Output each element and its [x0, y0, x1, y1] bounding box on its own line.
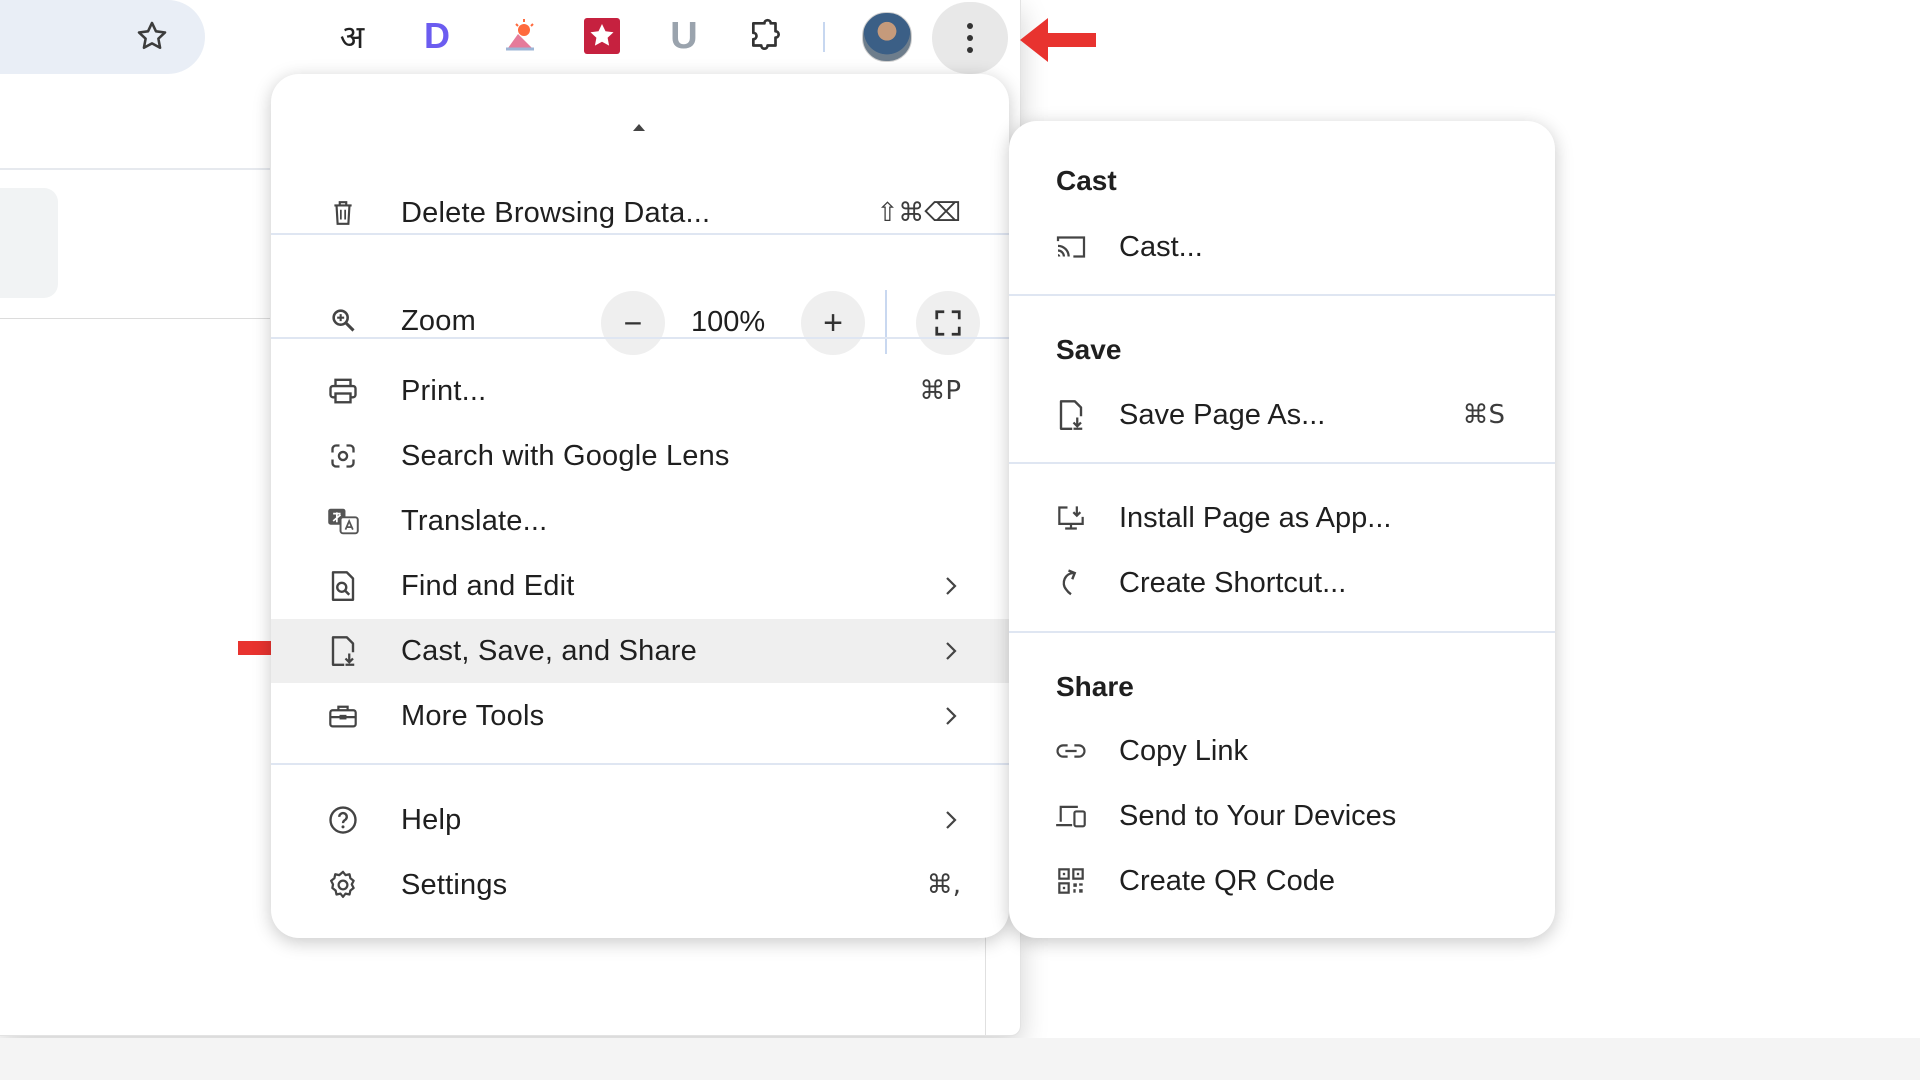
menu-label: Help: [401, 803, 462, 836]
zoom-level: 100%: [691, 306, 766, 338]
qr-code-icon: [1054, 864, 1088, 898]
u-letter: U: [670, 14, 698, 57]
window-edge: [985, 935, 986, 1035]
menu-label: Settings: [401, 868, 508, 901]
submenu-item-create-shortcut[interactable]: Create Shortcut...: [1009, 553, 1555, 613]
shortcut-text: ⌘,: [926, 870, 961, 900]
menu-label: More Tools: [401, 699, 545, 732]
chrome-menu-button[interactable]: [932, 2, 1008, 74]
menu-separator: [271, 233, 1009, 235]
menu-item-translate[interactable]: Translate...: [271, 489, 1009, 553]
menu-item-more-tools[interactable]: More Tools: [271, 684, 1009, 748]
submenu-heading-save: Save: [1056, 334, 1122, 365]
submenu-item-create-qr-code[interactable]: Create QR Code: [1009, 851, 1555, 911]
submenu-item-save-page-as[interactable]: Save Page As... ⌘S: [1009, 385, 1555, 445]
address-bar[interactable]: [0, 0, 205, 74]
google-lens-icon: [327, 440, 359, 472]
menu-item-search-google-lens[interactable]: Search with Google Lens: [271, 424, 1009, 488]
submenu-separator: [1009, 631, 1555, 633]
menu-item-delete-browsing-data[interactable]: Delete Browsing Data... ⇧⌘⌫: [271, 181, 1009, 245]
more-vert-icon: [967, 23, 973, 53]
profile-avatar[interactable]: [862, 12, 912, 62]
submenu-label: Copy Link: [1119, 734, 1248, 767]
d-extension-icon[interactable]: D: [415, 14, 459, 58]
trash-icon: [327, 197, 359, 229]
submenu-label: Cast...: [1119, 230, 1203, 263]
menu-label: Delete Browsing Data...: [401, 196, 711, 229]
page-edge: [0, 318, 270, 319]
submenu-item-copy-link[interactable]: Copy Link: [1009, 721, 1555, 781]
menu-item-help[interactable]: Help: [271, 788, 1009, 852]
submenu-label: Send to Your Devices: [1119, 799, 1397, 832]
menu-item-print[interactable]: Print... ⌘P: [271, 359, 1009, 423]
menu-label: Translate...: [401, 504, 548, 537]
shortcut-arrow-icon: [1054, 566, 1088, 600]
star-extension-icon[interactable]: [580, 14, 624, 58]
toolbar-separator: [823, 22, 825, 52]
gear-icon: [327, 869, 359, 901]
submenu-label: Install Page as App...: [1119, 501, 1392, 534]
minus-icon: −: [623, 304, 643, 341]
shortcut-text: ⇧⌘⌫: [876, 198, 961, 228]
cast-save-share-icon: [327, 635, 359, 667]
menu-item-cast-save-share[interactable]: Cast, Save, and Share: [271, 619, 1009, 683]
shortcut-text: ⌘P: [919, 376, 961, 406]
annotation-arrow-menu: [1020, 18, 1096, 62]
weather-extension-icon[interactable]: [498, 14, 542, 58]
cast-icon: [1054, 230, 1088, 264]
submenu-item-send-to-devices[interactable]: Send to Your Devices: [1009, 786, 1555, 846]
menu-item-find-and-edit[interactable]: Find and Edit: [271, 554, 1009, 618]
submenu-label: Save Page As...: [1119, 398, 1326, 431]
submenu-separator: [1009, 294, 1555, 296]
menu-separator: [271, 763, 1009, 765]
d-letter: D: [424, 15, 450, 56]
submenu-heading-cast: Cast: [1056, 165, 1117, 196]
find-in-page-icon: [327, 570, 359, 602]
bookmark-star-icon[interactable]: [130, 14, 174, 58]
extensions-puzzle-icon[interactable]: [744, 14, 788, 58]
submenu-heading-share: Share: [1056, 671, 1134, 702]
hindi-glyph: अ: [339, 17, 365, 56]
submenu-label: Create Shortcut...: [1119, 566, 1347, 599]
translate-icon: [327, 505, 359, 537]
menu-label: Search with Google Lens: [401, 439, 730, 472]
chevron-right-icon: [941, 810, 961, 830]
printer-icon: [327, 375, 359, 407]
zoom-magnifier-icon: [327, 304, 359, 336]
submenu-separator: [1009, 462, 1555, 464]
fullscreen-icon: [935, 310, 961, 336]
hindi-extension-icon[interactable]: अ: [330, 14, 374, 58]
chrome-main-menu: Delete Browsing Data... ⇧⌘⌫ Zoom − 100% …: [271, 74, 1009, 938]
submenu-label: Create QR Code: [1119, 864, 1335, 897]
page-card: [0, 188, 58, 298]
menu-separator: [271, 337, 1009, 339]
cast-save-share-submenu: Cast Cast... Save Save Page As... ⌘S Ins…: [1009, 121, 1555, 938]
save-page-icon: [1054, 398, 1088, 432]
menu-label: Print...: [401, 374, 487, 407]
zoom-out-button[interactable]: −: [601, 291, 665, 355]
zoom-separator: [885, 290, 887, 354]
menu-label: Cast, Save, and Share: [401, 634, 697, 667]
submenu-item-cast[interactable]: Cast...: [1009, 217, 1555, 277]
devices-icon: [1054, 799, 1088, 833]
link-icon: [1054, 734, 1088, 768]
menu-label: Find and Edit: [401, 569, 575, 602]
install-app-icon: [1054, 501, 1088, 535]
help-circle-icon: [327, 804, 359, 836]
chevron-right-icon: [941, 576, 961, 596]
page-divider: [0, 168, 270, 170]
zoom-label: Zoom: [401, 305, 476, 337]
zoom-row: Zoom − 100% +: [271, 286, 1009, 356]
zoom-in-button[interactable]: +: [801, 291, 865, 355]
submenu-item-install-page-as-app[interactable]: Install Page as App...: [1009, 488, 1555, 548]
chevron-right-icon: [941, 706, 961, 726]
menu-item-settings[interactable]: Settings ⌘,: [271, 853, 1009, 917]
shortcut-text: ⌘S: [1462, 400, 1505, 430]
fullscreen-button[interactable]: [916, 291, 980, 355]
toolbox-icon: [327, 700, 359, 732]
chevron-right-icon: [941, 641, 961, 661]
scroll-up-caret-icon[interactable]: [633, 124, 645, 131]
desktop-backdrop: [0, 1038, 1920, 1080]
u-extension-icon[interactable]: U: [662, 14, 706, 58]
